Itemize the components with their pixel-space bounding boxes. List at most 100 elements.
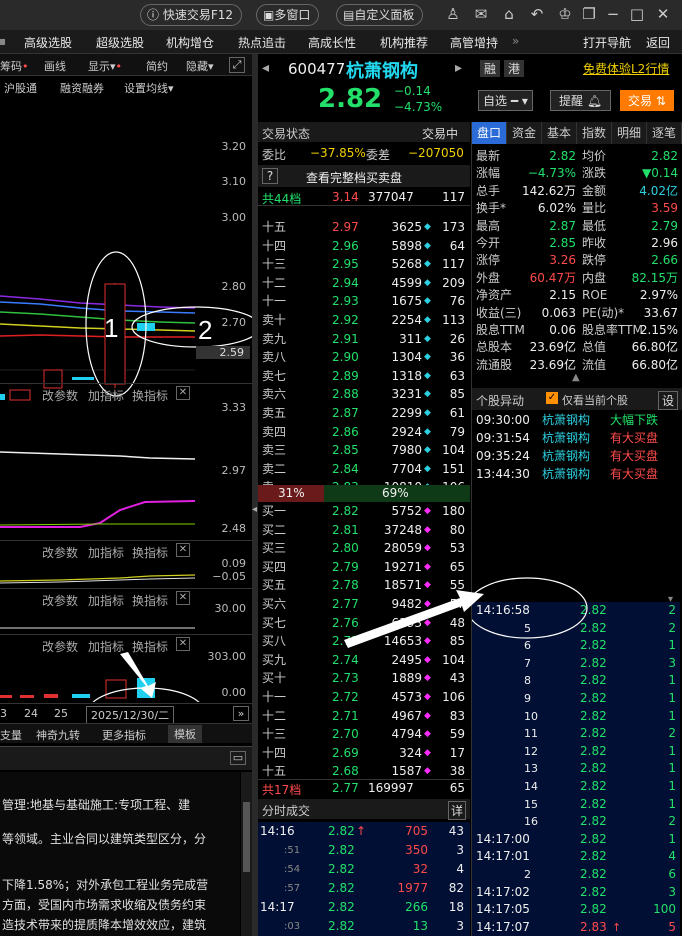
- news-scrollbar[interactable]: [241, 772, 252, 936]
- sell-level-row[interactable]: 卖八 2.90 1304 ◆ 36: [258, 348, 470, 367]
- undo-icon[interactable]: ↶: [528, 5, 546, 23]
- sell-level-row[interactable]: 卖五 2.87 2299 ◆ 61: [258, 404, 470, 423]
- tab-template[interactable]: 模板: [168, 725, 202, 743]
- sell-level-row[interactable]: 十三 2.95 5268 ◆ 117: [258, 255, 470, 274]
- close-icon[interactable]: ✕: [654, 5, 672, 23]
- hide-dropdown[interactable]: 隐藏▾: [186, 58, 214, 74]
- menu-item-super-screener[interactable]: 超级选股: [96, 34, 144, 51]
- sell-level-row[interactable]: 卖四 2.86 2924 ◆ 79: [258, 423, 470, 442]
- mover-stock[interactable]: 杭萧钢构: [542, 412, 590, 429]
- maximize-icon[interactable]: □: [628, 5, 646, 23]
- next-stock-icon[interactable]: ▸: [455, 60, 462, 76]
- mover-row[interactable]: 13:44:30 杭萧钢构 有大买盘: [472, 466, 682, 483]
- indicator-close-icon[interactable]: ✕: [176, 386, 190, 400]
- tab-more-indicators[interactable]: 更多指标: [102, 727, 146, 743]
- sell-level-row[interactable]: 卖六 2.88 3231 ◆ 85: [258, 385, 470, 404]
- quick-trade-button[interactable]: ⓘ 快速交易F12: [140, 4, 243, 26]
- home-icon[interactable]: ⌂: [500, 5, 518, 23]
- help-icon[interactable]: ?: [262, 168, 278, 184]
- draw-line-button[interactable]: 画线: [44, 58, 66, 74]
- menu-item-exec-increase[interactable]: 高管增持: [450, 34, 498, 51]
- custom-panel-button[interactable]: ▤自定义面板: [336, 4, 424, 26]
- buy-level-row[interactable]: 十四 2.69 324 ◆ 17: [258, 744, 470, 763]
- mover-row[interactable]: 09:35:24 杭萧钢构 有大买盘: [472, 448, 682, 465]
- indicator-param-button[interactable]: 改参数: [42, 592, 78, 609]
- buy-level-row[interactable]: 买九 2.74 2495 ◆ 104: [258, 651, 470, 670]
- margin-link[interactable]: 融资融券: [60, 80, 104, 96]
- indicator-close-icon[interactable]: ✕: [176, 543, 190, 557]
- simple-mode-button[interactable]: 简约: [146, 58, 168, 74]
- tab-0[interactable]: 盘口: [472, 122, 507, 144]
- remind-button[interactable]: 提醒 🔔︎: [550, 90, 612, 111]
- shirt-icon[interactable]: ♔: [556, 5, 574, 23]
- trade-button[interactable]: 交易 ⇅: [620, 90, 674, 111]
- tab-5[interactable]: 逐笔: [647, 122, 682, 144]
- sell-level-row[interactable]: 卖九 2.91 311 ◆ 26: [258, 330, 470, 349]
- menu-item-open-nav[interactable]: 打开导航: [583, 34, 631, 51]
- restore-window-icon[interactable]: ❐: [580, 5, 598, 23]
- sell-level-row[interactable]: 十一 2.93 1675 ◆ 76: [258, 292, 470, 311]
- minimize-icon[interactable]: −: [604, 5, 622, 23]
- fullscreen-icon[interactable]: ⤢: [229, 57, 245, 73]
- chip-button[interactable]: 筹码•: [0, 58, 29, 74]
- indicator-close-icon[interactable]: ✕: [176, 591, 190, 605]
- mover-stock[interactable]: 杭萧钢构: [542, 466, 590, 483]
- sell-level-row[interactable]: 十二 2.94 4599 ◆ 209: [258, 274, 470, 293]
- mover-stock[interactable]: 杭萧钢构: [542, 430, 590, 447]
- buy-level-row[interactable]: 十二 2.71 4967 ◆ 83: [258, 707, 470, 726]
- buy-level-row[interactable]: 买一 2.82 5752 ◆ 180: [258, 502, 470, 521]
- buy-level-row[interactable]: 买二 2.81 37248 ◆ 80: [258, 521, 470, 540]
- indicator-switch-button[interactable]: 换指标: [132, 592, 168, 609]
- watchlist-dropdown[interactable]: 自选 ━ ▾: [478, 90, 533, 111]
- menu-item-institution-add[interactable]: 机构增仓: [166, 34, 214, 51]
- ma-setting-dropdown[interactable]: 设置均线▾: [124, 80, 174, 96]
- quote-label: 今开: [476, 236, 501, 250]
- tab-1[interactable]: 资金: [507, 122, 542, 144]
- fenshi-detail-button[interactable]: 详: [448, 801, 466, 820]
- menu-item-high-growth[interactable]: 高成长性: [308, 34, 356, 51]
- user-icon[interactable]: ♙: [444, 5, 462, 23]
- sell-level-row[interactable]: 卖二 2.84 7704 ◆ 151: [258, 460, 470, 479]
- indicator-close-icon[interactable]: ✕: [176, 637, 190, 651]
- current-stock-checkbox[interactable]: ✓: [546, 392, 558, 404]
- mover-row[interactable]: 09:30:00 杭萧钢构 大幅下跌: [472, 412, 682, 429]
- hgt-link[interactable]: 沪股通: [4, 80, 37, 96]
- menu-item-advanced-screener[interactable]: 高级选股: [24, 34, 72, 51]
- full-orderbook-link[interactable]: ? 查看完整档买卖盘: [258, 165, 470, 187]
- display-dropdown[interactable]: 显示▾•: [88, 58, 122, 74]
- menu-more-icon[interactable]: »: [512, 34, 519, 48]
- buy-level-row[interactable]: 十三 2.70 4794 ◆ 59: [258, 725, 470, 744]
- mover-row[interactable]: 09:31:54 杭萧钢构 有大买盘: [472, 430, 682, 447]
- sell-level-row[interactable]: 卖三 2.85 7980 ◆ 104: [258, 441, 470, 460]
- indicator-switch-button[interactable]: 换指标: [132, 387, 168, 404]
- mail-icon[interactable]: ✉: [472, 5, 490, 23]
- sell-level-row[interactable]: 十四 2.96 5898 ◆ 64: [258, 237, 470, 256]
- level-label: 十四: [262, 238, 287, 253]
- indicator-add-button[interactable]: 加指标: [88, 592, 124, 609]
- tab-4[interactable]: 明细: [612, 122, 647, 144]
- expand-up-icon[interactable]: ▲: [572, 372, 580, 383]
- sell-level-row[interactable]: 卖十 2.92 2254 ◆ 113: [258, 311, 470, 330]
- buy-level-row[interactable]: 十一 2.72 4573 ◆ 106: [258, 688, 470, 707]
- indicator-param-button[interactable]: 改参数: [42, 387, 78, 404]
- collapse-arrow-icon[interactable]: ◂: [252, 504, 257, 515]
- buy-level-row[interactable]: 买十 2.73 1889 ◆ 43: [258, 669, 470, 688]
- prev-stock-icon[interactable]: ◂: [262, 60, 269, 76]
- buy-level-row[interactable]: 买三 2.80 28059 ◆ 53: [258, 539, 470, 558]
- menu-item-hotspot[interactable]: 热点追击: [238, 34, 286, 51]
- news-minimize-icon[interactable]: ▭: [230, 751, 246, 765]
- scroll-right-icon[interactable]: »: [233, 706, 249, 721]
- tab-3[interactable]: 指数: [577, 122, 612, 144]
- sell-level-row[interactable]: 卖七 2.89 1318 ◆ 63: [258, 367, 470, 386]
- menu-item-back[interactable]: 返回: [646, 34, 670, 51]
- menu-item-institution-recommend[interactable]: 机构推荐: [380, 34, 428, 51]
- tab-2[interactable]: 基本: [542, 122, 577, 144]
- tab-magic-nine[interactable]: 神奇九转: [36, 727, 80, 743]
- mover-stock[interactable]: 杭萧钢构: [542, 448, 590, 465]
- movers-settings-button[interactable]: 设: [658, 391, 678, 410]
- multi-window-button[interactable]: ▣多窗口: [256, 4, 320, 26]
- l2-trial-link[interactable]: 免费体验L2行情: [583, 60, 669, 77]
- indicator-add-button[interactable]: 加指标: [88, 387, 124, 404]
- sell-level-row[interactable]: 十五 2.97 3625 ◆ 173: [258, 218, 470, 237]
- tab-volume[interactable]: 支量: [0, 727, 22, 743]
